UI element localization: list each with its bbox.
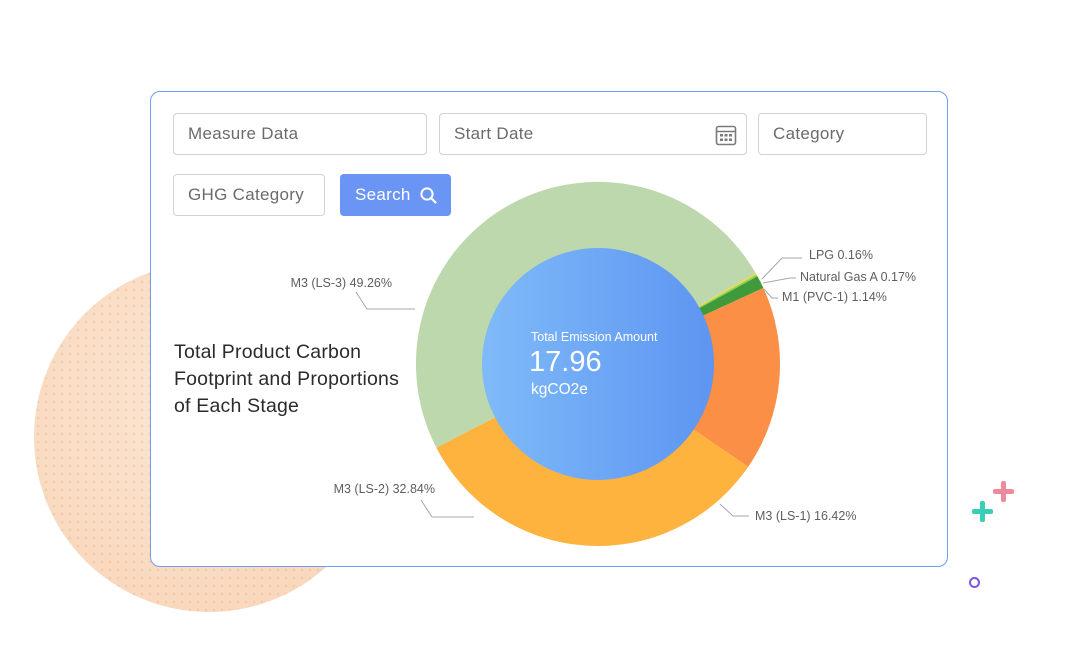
leader-line-natural-gas-a <box>762 277 796 284</box>
slice-label-natural-gas-a: Natural Gas A 0.17% <box>800 270 916 284</box>
decorative-plus-icon <box>972 501 993 522</box>
center-value: 17.96 <box>529 346 602 378</box>
decorative-ring-icon <box>969 577 980 588</box>
leader-line-m3-ls-2 <box>420 499 474 518</box>
slice-label-m3-ls-3: M3 (LS-3) 49.26% <box>291 276 392 290</box>
leader-line-lpg <box>761 257 802 280</box>
decorative-plus-icon <box>993 481 1014 502</box>
donut-chart: Total Emission Amount 17.96 kgCO2e LPG 0… <box>291 181 916 546</box>
slice-label-lpg: LPG 0.16% <box>809 248 873 262</box>
leader-line-m3-ls-3 <box>355 291 415 310</box>
leader-line-m3-ls-1 <box>719 503 749 517</box>
slice-label-m3-ls-1: M3 (LS-1) 16.42% <box>755 509 856 523</box>
slice-label-m1-pvc-1: M1 (PVC-1) 1.14% <box>782 290 887 304</box>
center-label: Total Emission Amount <box>531 330 658 344</box>
center-unit: kgCO2e <box>531 381 588 398</box>
slice-label-m3-ls-2: M3 (LS-2) 32.84% <box>334 482 435 496</box>
